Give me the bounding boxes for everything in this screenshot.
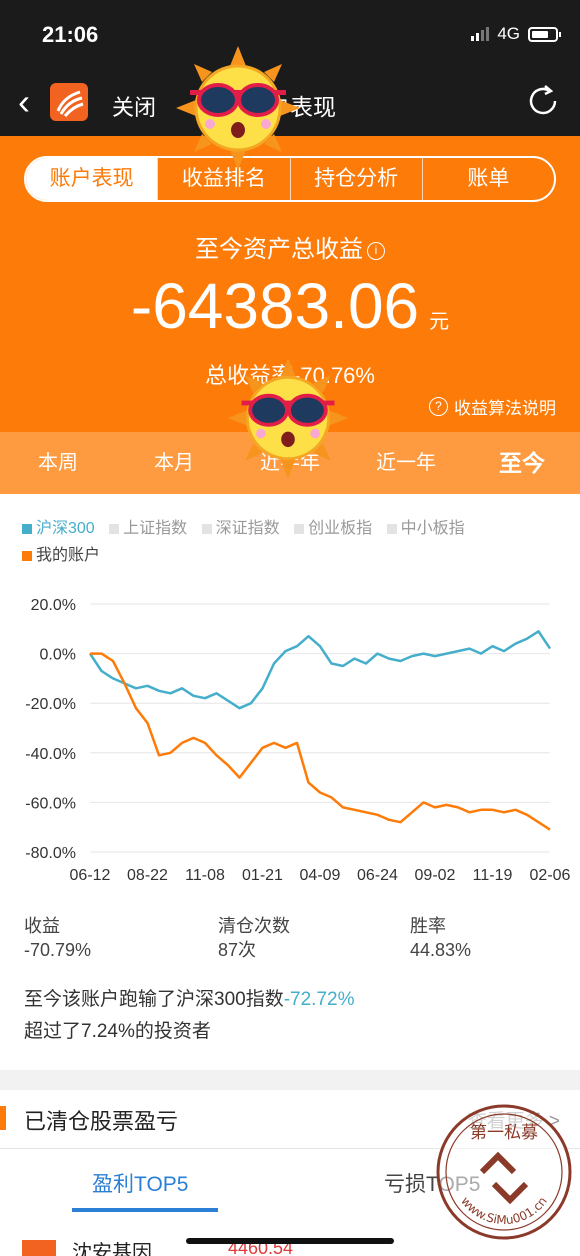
underperform-line: 至今该账户跑输了沪深300指数-72.72% bbox=[24, 984, 354, 1016]
stat-return: 收益 -70.79% bbox=[24, 914, 91, 962]
percentile-line: 超过了7.24%的投资者 bbox=[24, 1021, 211, 1042]
chart-card: 沪深300 上证指数 深证指数 创业板指 中小板指 我的账户 20.0% 0.0%… bbox=[0, 494, 580, 1070]
legend-szse[interactable]: 深证指数 bbox=[201, 516, 280, 542]
x-tick-label: 09-02 bbox=[415, 867, 456, 884]
sun-sticker-icon bbox=[176, 46, 300, 170]
my-account-series-line bbox=[90, 652, 551, 831]
section-accent-bar bbox=[0, 1106, 6, 1130]
stat-label: 收益 bbox=[24, 916, 60, 936]
legend-swatch bbox=[294, 524, 305, 534]
legend-label: 上证指数 bbox=[123, 520, 188, 537]
hs300-series-line bbox=[88, 630, 552, 710]
x-tick-label: 01-21 bbox=[242, 867, 283, 884]
stat-win-rate: 胜率 44.83% bbox=[410, 914, 471, 962]
period-week[interactable]: 本周 bbox=[0, 432, 116, 494]
tab-holdings-analysis[interactable]: 持仓分析 bbox=[289, 158, 422, 200]
period-year[interactable]: 近一年 bbox=[348, 432, 464, 494]
sun-sticker-icon bbox=[227, 357, 349, 479]
legend-label: 我的账户 bbox=[36, 547, 101, 564]
battery-icon bbox=[528, 26, 561, 42]
tab-account-performance[interactable]: 账户表现 bbox=[26, 158, 158, 200]
comparison-summary: 至今该账户跑输了沪深300指数-72.72% 超过了7.24%的投资者 bbox=[24, 984, 354, 1048]
signal-icon bbox=[471, 27, 490, 41]
stock-icon bbox=[22, 1240, 56, 1256]
tab-profit-top5[interactable]: 盈利TOP5 bbox=[92, 1168, 188, 1198]
legend-swatch bbox=[201, 524, 212, 534]
total-return-label: 至今资产总收益 i bbox=[0, 229, 580, 264]
stat-value: 44.83% bbox=[410, 940, 472, 960]
legend-swatch bbox=[386, 524, 397, 534]
active-tab-indicator bbox=[72, 1208, 218, 1212]
x-tick-label: 04-09 bbox=[300, 867, 341, 884]
x-tick-label: 11-19 bbox=[473, 867, 513, 884]
line-chart: 20.0% 0.0% -20.0% -40.0% -60.0% -80.0% 06-12 08… bbox=[25, 597, 571, 884]
period-month[interactable]: 本月 bbox=[116, 432, 232, 494]
status-indicators: 4G bbox=[471, 24, 561, 44]
legend-label: 中小板指 bbox=[400, 520, 465, 537]
underperform-text: 至今该账户跑输了沪深300指数 bbox=[24, 989, 284, 1010]
x-tick-label: 11-08 bbox=[185, 867, 225, 884]
stat-label: 胜率 bbox=[410, 916, 446, 936]
y-tick-label: -80.0% bbox=[25, 845, 76, 862]
legend-sse[interactable]: 上证指数 bbox=[109, 516, 187, 542]
chart-legend: 沪深300 上证指数 深证指数 创业板指 中小板指 我的账户 bbox=[22, 516, 562, 570]
x-tick-label: 06-12 bbox=[70, 867, 111, 884]
stock-name: 沈安基因 bbox=[72, 1242, 152, 1256]
algorithm-link-text: 收益算法说明 bbox=[454, 399, 556, 418]
network-label: 4G bbox=[497, 24, 520, 43]
algorithm-explanation-link[interactable]: ? 收益算法说明 bbox=[429, 394, 556, 419]
stat-clearances: 清仓次数 87次 bbox=[218, 914, 290, 962]
cleared-stocks-title: 已清仓股票盈亏 bbox=[24, 1109, 179, 1134]
legend-hs300[interactable]: 沪深300 bbox=[22, 516, 95, 542]
y-tick-label: -60.0% bbox=[25, 795, 76, 812]
legend-swatch bbox=[109, 524, 120, 534]
currency-unit: 元 bbox=[429, 311, 450, 333]
legend-swatch bbox=[22, 551, 32, 561]
refresh-icon[interactable] bbox=[524, 82, 562, 120]
y-tick-label: -40.0% bbox=[25, 746, 76, 763]
stamp-top-text: 第一私募 bbox=[470, 1123, 538, 1143]
total-return-value: -64383.06 元 bbox=[0, 269, 580, 343]
status-time: 21:06 bbox=[42, 22, 99, 47]
total-return-label-text: 至今资产总收益 bbox=[195, 236, 363, 263]
legend-label: 创业板指 bbox=[308, 520, 373, 537]
legend-sme[interactable]: 中小板指 bbox=[386, 516, 465, 542]
stat-value: -70.79% bbox=[24, 940, 92, 960]
info-icon[interactable]: i bbox=[367, 242, 385, 260]
period-to-date[interactable]: 至今 bbox=[464, 432, 580, 494]
x-tick-label: 02-06 bbox=[530, 867, 571, 884]
question-icon: ? bbox=[429, 397, 448, 416]
legend-label: 深证指数 bbox=[215, 520, 280, 537]
stat-value: 87次 bbox=[218, 940, 257, 960]
y-tick-label: -20.0% bbox=[25, 696, 76, 713]
legend-swatch bbox=[22, 524, 32, 534]
total-return-amount: -64383.06 bbox=[130, 270, 420, 342]
legend-chinext[interactable]: 创业板指 bbox=[294, 516, 372, 542]
y-tick-label: 20.0% bbox=[31, 597, 76, 614]
x-tick-label: 06-24 bbox=[357, 867, 398, 884]
underperform-value: -72.72% bbox=[283, 989, 355, 1010]
home-indicator[interactable] bbox=[186, 1238, 394, 1244]
x-tick-label: 08-22 bbox=[127, 867, 168, 884]
tab-statement[interactable]: 账单 bbox=[421, 158, 554, 200]
y-tick-label: 0.0% bbox=[40, 647, 76, 664]
watermark-stamp-icon: 第一私募 www.SiMu001.cn bbox=[436, 1104, 572, 1240]
stat-label: 清仓次数 bbox=[218, 916, 290, 936]
legend-label: 沪深300 bbox=[36, 520, 95, 537]
legend-my-account[interactable]: 我的账户 bbox=[22, 543, 100, 569]
